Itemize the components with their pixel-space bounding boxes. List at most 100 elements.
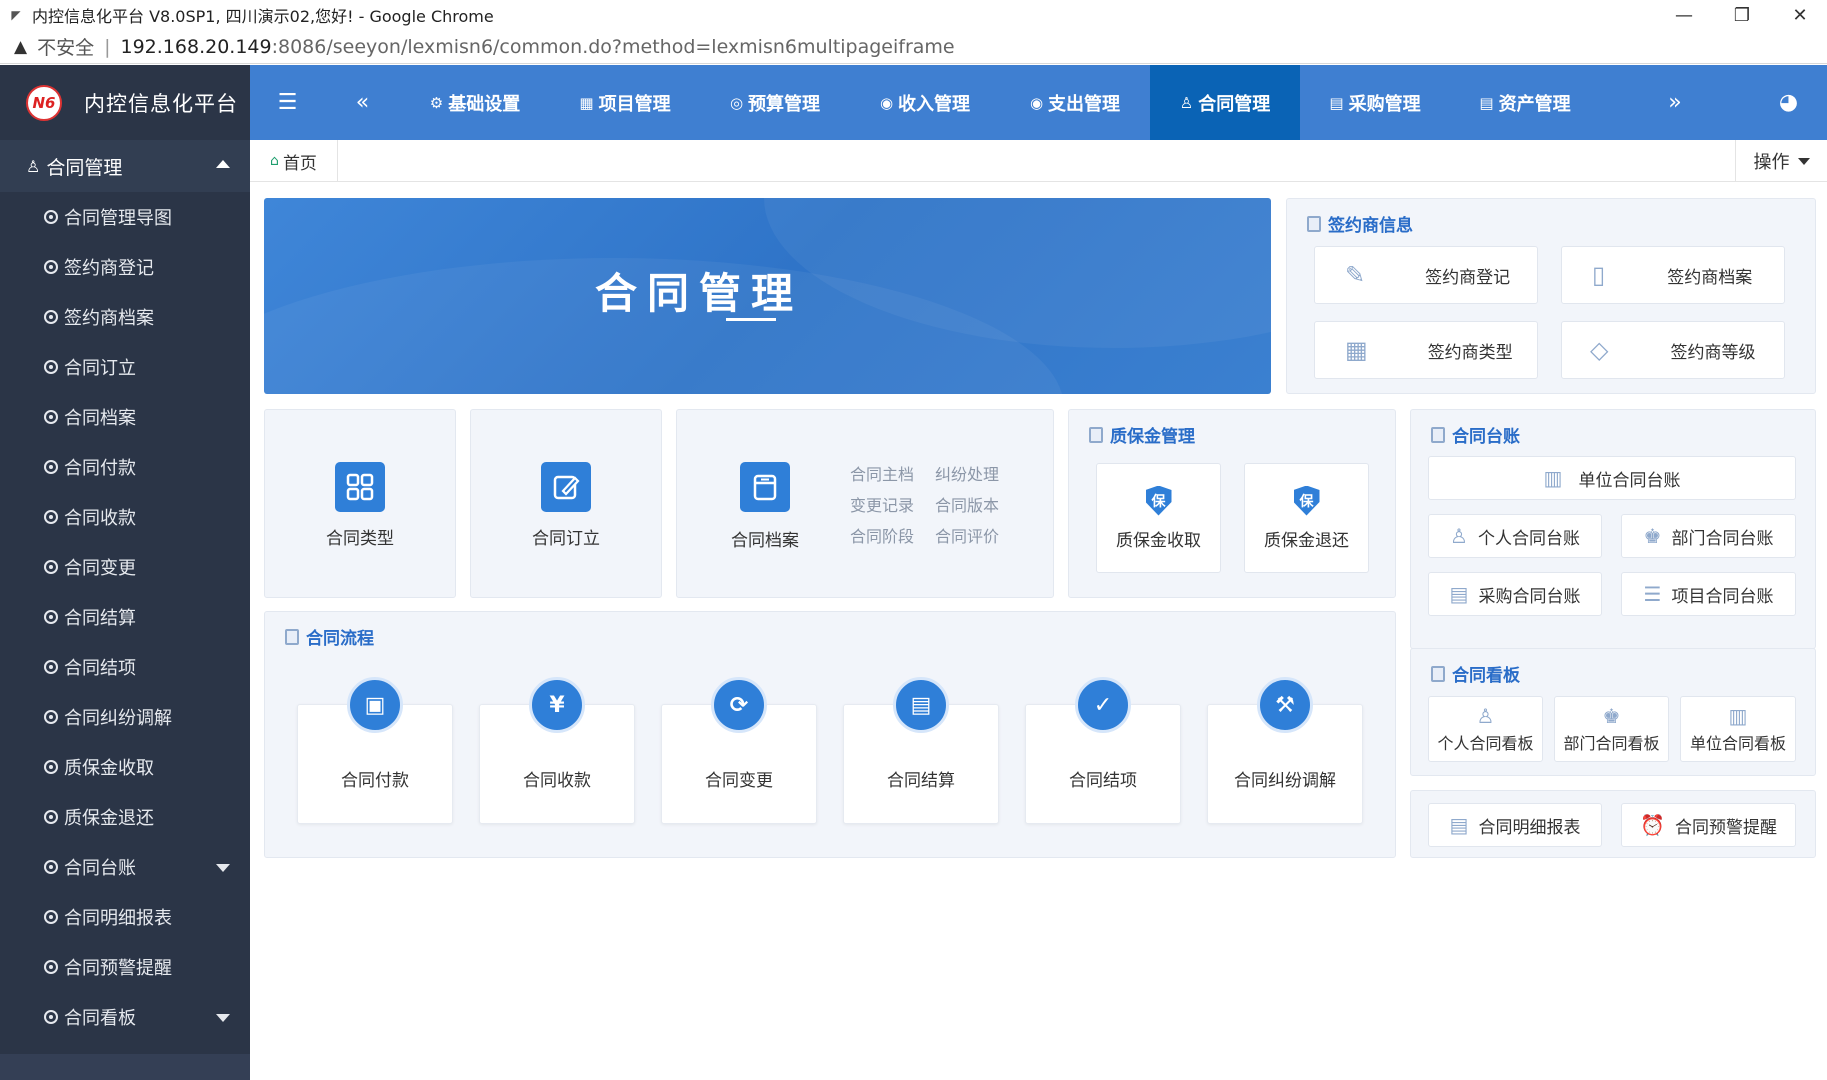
radio-dot-icon	[44, 660, 58, 674]
link-contract-version[interactable]: 合同版本	[935, 492, 999, 516]
sidebar-item-warranty-refund[interactable]: 质保金退还	[0, 792, 250, 842]
button-label: 采购合同台账	[1478, 586, 1581, 607]
double-chevron-right-icon: »	[1668, 90, 1682, 115]
browser-titlebar: ◤ 内控信息化平台 V8.0SP1, 四川演示02,您好! - Google C…	[0, 0, 1827, 30]
sidebar-header[interactable]: ♙ 合同管理	[0, 140, 250, 192]
contract-establish-tile[interactable]: 合同订立	[470, 409, 662, 598]
sidebar-item-kanban[interactable]: 合同看板	[0, 992, 250, 1042]
sidebar-item-contract-change[interactable]: 合同变更	[0, 542, 250, 592]
nav-item-contract[interactable]: ♙ 合同管理	[1150, 65, 1300, 140]
top-nav: N6 内控信息化平台 ☰ « ⚙ 基础设置 ▦ 项目管理 ◎ 预算管理 ◉ 收入管理 ◉…	[0, 65, 1827, 140]
sidebar-item-label: 合同纠纷调解	[64, 708, 172, 729]
menu-toggle-button[interactable]: ☰	[250, 65, 325, 140]
operations-dropdown[interactable]: 操作	[1735, 140, 1827, 182]
address-separator: |	[104, 35, 111, 58]
sidebar-item-dispute-mediation[interactable]: 合同纠纷调解	[0, 692, 250, 742]
personal-ledger-button[interactable]: ♙ 个人合同台账	[1428, 514, 1602, 558]
nav-scroll-right-button[interactable]: »	[1600, 65, 1750, 140]
button-label: 个人合同看板	[1437, 734, 1534, 753]
nav-item-asset[interactable]: ▤ 资产管理	[1450, 65, 1600, 140]
warranty-refund-button[interactable]: 保 质保金退还	[1244, 463, 1369, 573]
nav-item-project[interactable]: ▦ 项目管理	[550, 65, 700, 140]
nav-item-income[interactable]: ◉ 收入管理	[850, 65, 1000, 140]
nav-scroll-left-button[interactable]: «	[325, 65, 400, 140]
unit-ledger-button[interactable]: ▥ 单位合同台账	[1428, 456, 1796, 500]
link-change-record[interactable]: 变更记录	[850, 492, 914, 516]
warranty-collect-button[interactable]: 保 质保金收取	[1096, 463, 1221, 573]
document-icon	[285, 628, 299, 645]
insecure-label: 不安全	[37, 37, 95, 59]
archive-box-icon[interactable]	[740, 462, 790, 512]
home-icon: ⌂	[270, 153, 279, 169]
sidebar-item-contract-settlement[interactable]: 合同结算	[0, 592, 250, 642]
signer-level-button[interactable]: ◇ 签约商等级	[1561, 321, 1785, 379]
brand[interactable]: N6 内控信息化平台	[0, 65, 250, 140]
maximize-button[interactable]: ❐	[1712, 0, 1772, 30]
sidebar-item-signer-archive[interactable]: 签约商档案	[0, 292, 250, 342]
department-ledger-button[interactable]: ♚ 部门合同台账	[1621, 514, 1796, 558]
warning-reminder-button[interactable]: ⏰ 合同预警提醒	[1621, 803, 1796, 847]
button-label: 签约商档案	[1667, 267, 1753, 288]
tile-label[interactable]: 合同档案	[717, 526, 813, 551]
minimize-button[interactable]: —	[1654, 0, 1714, 30]
sidebar-item-warning-reminder[interactable]: 合同预警提醒	[0, 942, 250, 992]
link-dispute-handling[interactable]: 纠纷处理	[935, 461, 999, 485]
purchase-ledger-button[interactable]: ▤ 采购合同台账	[1428, 572, 1602, 616]
button-label: 项目合同台账	[1671, 586, 1774, 607]
sidebar-item-contract-closure[interactable]: 合同结项	[0, 642, 250, 692]
sidebar-item-label: 合同结算	[64, 608, 136, 629]
sidebar-item-label: 合同管理导图	[64, 208, 172, 229]
link-contract-stage[interactable]: 合同阶段	[850, 523, 914, 547]
project-ledger-button[interactable]: ☰ 项目合同台账	[1621, 572, 1796, 616]
contract-type-tile[interactable]: 合同类型	[264, 409, 456, 598]
link-contract-master[interactable]: 合同主档	[850, 461, 914, 485]
list-icon: ☰	[1643, 582, 1662, 606]
person-icon: ♙	[1476, 704, 1495, 728]
nav-label: 支出管理	[1048, 93, 1121, 115]
sidebar-item-contract-receipt[interactable]: 合同收款	[0, 492, 250, 542]
address-bar[interactable]: ▲ 不安全 | 192.168.20.149:8086/seeyon/lexmi…	[0, 30, 1827, 64]
sidebar-item-detail-report[interactable]: 合同明细报表	[0, 892, 250, 942]
radio-dot-icon	[44, 310, 58, 324]
sidebar-item-contract-establish[interactable]: 合同订立	[0, 342, 250, 392]
radio-dot-icon	[44, 960, 58, 974]
gear-icon: ⚙	[429, 93, 444, 112]
flow-label: 合同纠纷调解	[1234, 771, 1336, 791]
sidebar-item-label: 签约商登记	[64, 258, 154, 279]
close-window-button[interactable]: ✕	[1770, 0, 1827, 30]
detail-report-button[interactable]: ▤ 合同明细报表	[1428, 803, 1602, 847]
group-icon: ♚	[1643, 524, 1662, 548]
signer-title: 签约商信息	[1328, 216, 1413, 236]
personal-kanban-button[interactable]: ♙ 个人合同看板	[1428, 696, 1543, 762]
caret-down-icon	[216, 864, 230, 872]
user-icon: ♙	[1179, 93, 1194, 112]
department-kanban-button[interactable]: ♚ 部门合同看板	[1554, 696, 1669, 762]
nav-item-budget[interactable]: ◎ 预算管理	[700, 65, 850, 140]
warning-icon: ▲	[14, 36, 28, 57]
nav-item-basic-settings[interactable]: ⚙ 基础设置	[400, 65, 550, 140]
sidebar-item-contract-archive[interactable]: 合同档案	[0, 392, 250, 442]
signer-archive-button[interactable]: ▯ 签约商档案	[1561, 246, 1785, 304]
signer-register-button[interactable]: ✎ 签约商登记	[1314, 246, 1538, 304]
sidebar-item-signer-register[interactable]: 签约商登记	[0, 242, 250, 292]
button-label: 单位合同看板	[1689, 734, 1786, 753]
sidebar-item-label: 质保金退还	[64, 808, 154, 829]
dashboard-button[interactable]: ◕	[1750, 65, 1827, 140]
unit-kanban-button[interactable]: ▥ 单位合同看板	[1680, 696, 1796, 762]
alarm-clock-icon: ⏰	[1640, 813, 1665, 837]
dashboard-gauge-icon: ◕	[1778, 90, 1799, 115]
link-contract-evaluation[interactable]: 合同评价	[935, 523, 999, 547]
sidebar-item-contract-map[interactable]: 合同管理导图	[0, 192, 250, 242]
radio-dot-icon	[44, 460, 58, 474]
nav-label: 基础设置	[448, 93, 521, 115]
signer-type-button[interactable]: ▦ 签约商类型	[1314, 321, 1538, 379]
sidebar-item-warranty-collect[interactable]: 质保金收取	[0, 742, 250, 792]
nav-item-expense[interactable]: ◉ 支出管理	[1000, 65, 1150, 140]
sidebar-item-label: 合同明细报表	[64, 908, 172, 929]
sidebar-item-contract-payment[interactable]: 合同付款	[0, 442, 250, 492]
nav-item-purchase[interactable]: ▤ 采购管理	[1300, 65, 1450, 140]
tab-home[interactable]: ⌂ 首页	[250, 140, 338, 182]
panel-title: 合同看板	[1431, 661, 1520, 686]
sidebar-item-contract-ledger[interactable]: 合同台账	[0, 842, 250, 892]
radio-dot-icon	[44, 360, 58, 374]
